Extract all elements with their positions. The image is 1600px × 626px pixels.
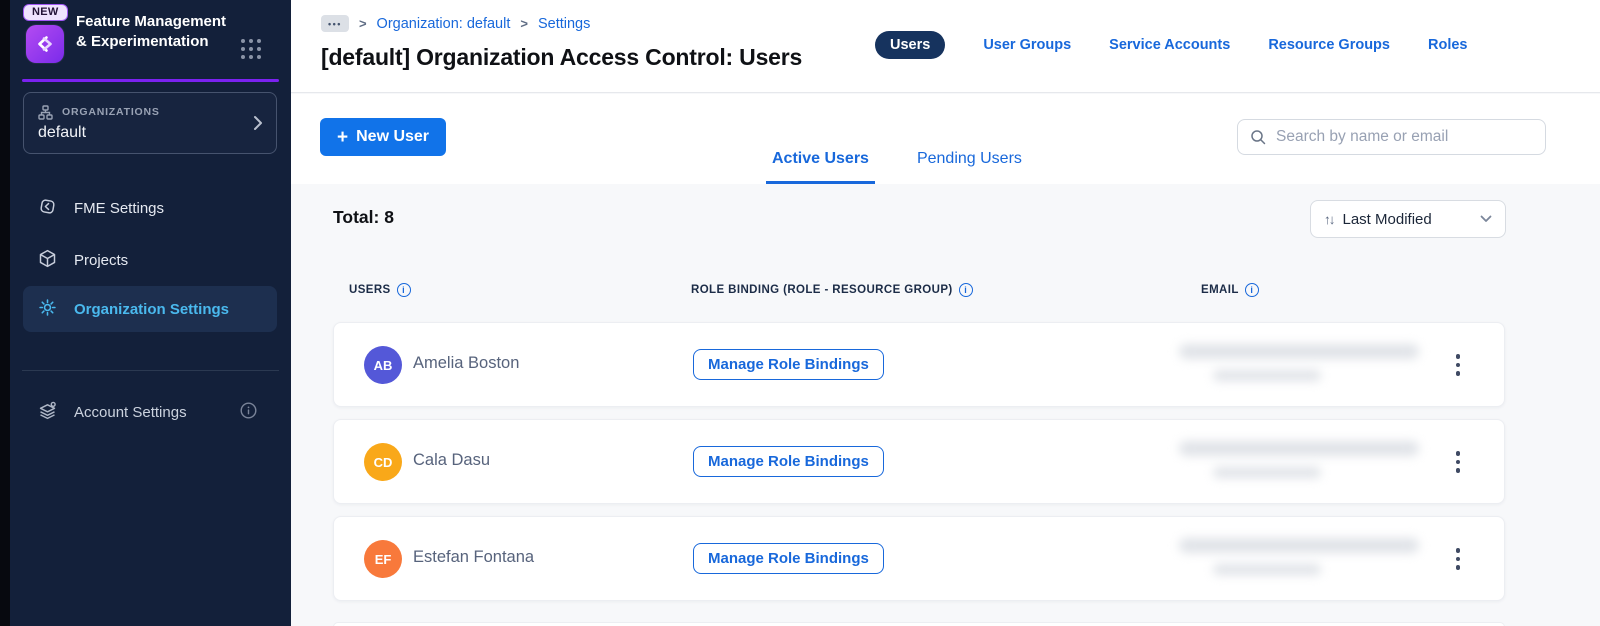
split-logo-icon (26, 25, 64, 63)
total-count: Total: 8 (333, 207, 394, 227)
email-redacted (1179, 340, 1439, 392)
tab-pending-users[interactable]: Pending Users (911, 150, 1028, 184)
app-switcher-grid-icon[interactable] (238, 36, 264, 62)
sidebar-item-projects[interactable]: Projects (23, 240, 277, 280)
info-icon[interactable]: i (396, 283, 411, 297)
sidebar-item-label: Organization Settings (74, 300, 230, 318)
sort-dropdown-value: Last Modified (1342, 210, 1432, 228)
sidebar: NEW Feature Management & Experimentation (10, 0, 291, 626)
user-state-tabs: Active Users Pending Users (766, 150, 1028, 184)
info-icon[interactable]: i (958, 283, 973, 297)
sidebar-item-label: Projects (74, 251, 129, 269)
user-name: Cala Dasu (413, 451, 491, 469)
chevron-down-icon (1480, 215, 1492, 222)
organization-icon (38, 105, 53, 125)
search-input[interactable] (1274, 127, 1545, 147)
column-header-email: EMAIL i (1201, 283, 1259, 297)
new-user-button-label: New User (356, 128, 430, 145)
column-header-label: EMAIL (1201, 284, 1239, 296)
kebab-menu-icon[interactable] (1444, 541, 1472, 577)
chevron-right-icon (253, 115, 263, 136)
breadcrumb: ••• > Organization: default > Settings (321, 15, 590, 32)
table-row: AB Amelia Boston Manage Role Bindings (333, 322, 1505, 407)
sort-dropdown[interactable]: ↑↓ Last Modified (1310, 200, 1506, 238)
email-redacted (1179, 534, 1439, 586)
brand-divider (22, 79, 279, 82)
sidebar-item-organization-settings[interactable]: Organization Settings (23, 286, 277, 332)
breadcrumb-link-organization[interactable]: Organization: default (377, 16, 511, 32)
tab-active-users[interactable]: Active Users (766, 150, 875, 184)
breadcrumb-ellipsis-icon[interactable]: ••• (321, 15, 349, 32)
search-box (1237, 119, 1546, 155)
sort-arrows-icon: ↑↓ (1324, 211, 1335, 227)
projects-cube-icon (37, 248, 58, 272)
avatar: AB (364, 346, 402, 384)
chevron-separator-icon: > (520, 16, 528, 31)
fme-settings-icon (37, 196, 58, 220)
tab-resource-groups[interactable]: Resource Groups (1268, 37, 1390, 53)
sidebar-item-account-settings[interactable]: Account Settings (23, 392, 277, 432)
search-icon (1251, 130, 1266, 145)
app-title: Feature Management & Experimentation (76, 13, 227, 50)
table-row: EF Estefan Fontana Manage Role Bindings (333, 516, 1505, 601)
new-badge: NEW (23, 4, 68, 21)
column-header-label: USERS (349, 284, 391, 296)
organization-value: default (38, 124, 87, 141)
avatar: CD (364, 443, 402, 481)
kebab-menu-icon[interactable] (1444, 347, 1472, 383)
chevron-separator-icon: > (358, 16, 367, 31)
breadcrumb-link-settings[interactable]: Settings (538, 16, 590, 32)
page-title: [default] Organization Access Control: U… (321, 44, 803, 70)
avatar: EF (364, 540, 402, 578)
tab-user-groups[interactable]: User Groups (983, 37, 1071, 53)
toolbar: + New User Active Users Pending Users (291, 94, 1600, 184)
gear-icon (37, 297, 58, 321)
manage-role-bindings-button[interactable]: Manage Role Bindings (693, 543, 884, 574)
account-settings-info-icon[interactable] (240, 402, 257, 424)
manage-role-bindings-button[interactable]: Manage Role Bindings (693, 446, 884, 477)
new-user-button[interactable]: + New User (320, 118, 447, 156)
column-header-label: ROLE BINDING (ROLE - RESOURCE GROUP) (691, 284, 953, 296)
tab-users[interactable]: Users (875, 31, 946, 59)
layers-gear-icon (37, 400, 58, 424)
screen-edge-strip (0, 0, 10, 626)
email-redacted (1179, 437, 1439, 489)
info-icon[interactable]: i (1244, 283, 1259, 297)
organizations-label: ORGANIZATIONS (62, 106, 160, 118)
table-row-partial (333, 622, 1505, 626)
user-name: Amelia Boston (413, 354, 520, 372)
plus-icon: + (337, 126, 349, 148)
manage-role-bindings-button[interactable]: Manage Role Bindings (693, 349, 884, 380)
kebab-menu-icon[interactable] (1444, 444, 1472, 480)
tab-service-accounts[interactable]: Service Accounts (1109, 37, 1230, 53)
users-list-panel: Total: 8 ↑↓ Last Modified USERS i ROLE B… (291, 184, 1600, 626)
page-header: ••• > Organization: default > Settings [… (291, 0, 1600, 93)
app-window: NEW Feature Management & Experimentation (0, 0, 1600, 626)
user-name: Estefan Fontana (413, 548, 535, 566)
organization-selector[interactable]: ORGANIZATIONS default (23, 92, 277, 154)
table-row: CD Cala Dasu Manage Role Bindings (333, 419, 1505, 504)
sidebar-item-fme-settings[interactable]: FME Settings (23, 188, 277, 228)
tab-roles[interactable]: Roles (1428, 37, 1468, 53)
sidebar-divider (22, 370, 279, 371)
sidebar-item-label: Account Settings (74, 403, 187, 421)
column-header-users: USERS i (349, 283, 411, 297)
column-header-role-binding: ROLE BINDING (ROLE - RESOURCE GROUP) i (691, 283, 973, 297)
access-control-nav: Users User Groups Service Accounts Resou… (875, 31, 1467, 59)
sidebar-item-label: FME Settings (74, 199, 165, 217)
